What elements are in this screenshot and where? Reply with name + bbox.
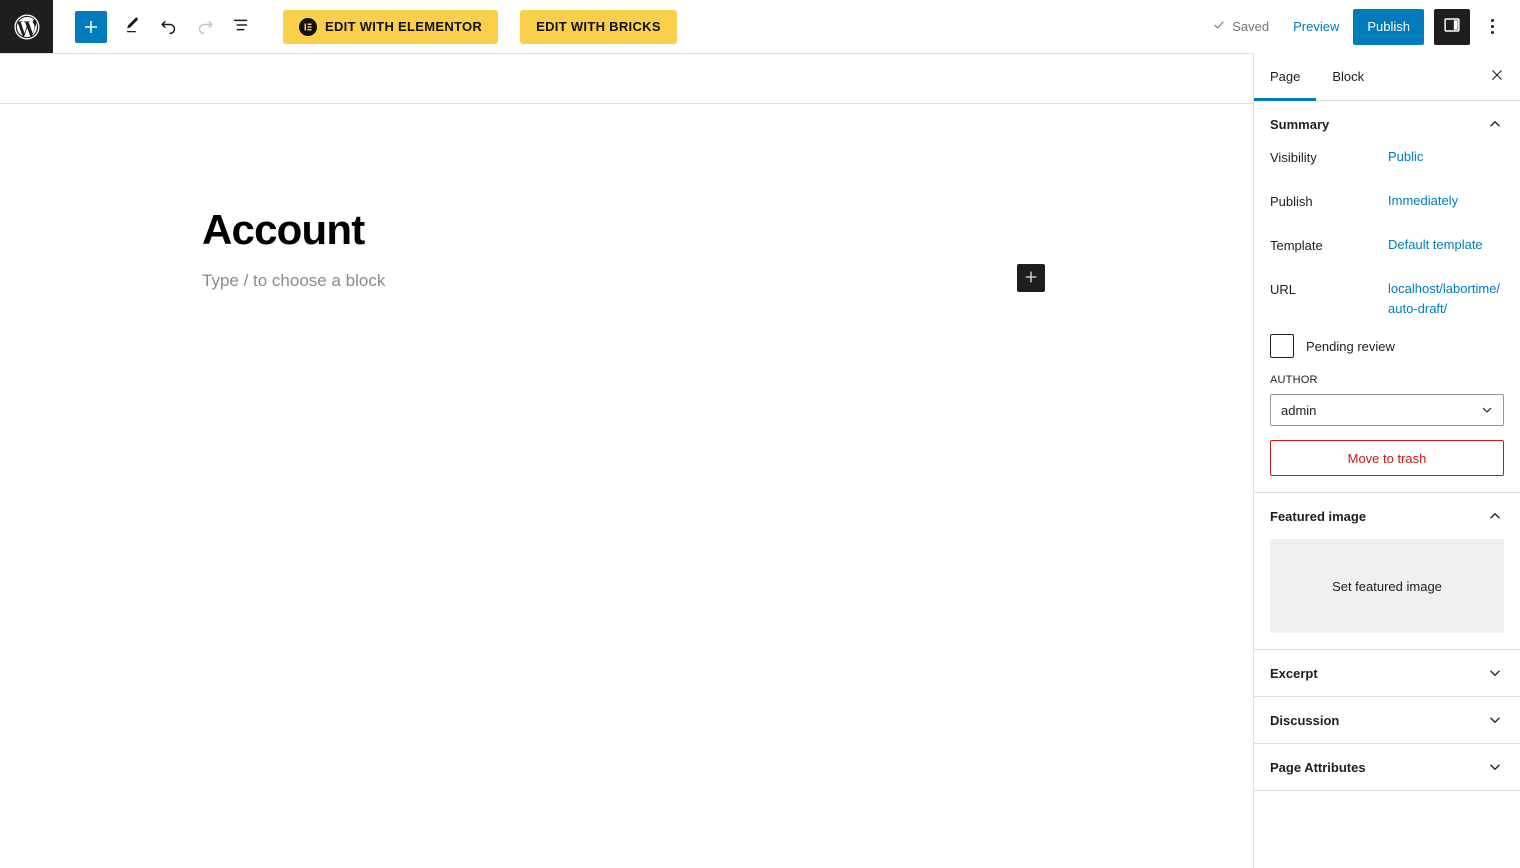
set-featured-image-button[interactable]: Set featured image [1270,539,1504,633]
close-icon [1489,67,1505,86]
summary-row-publish: Publish Immediately [1270,191,1504,219]
tab-block[interactable]: Block [1316,53,1380,100]
panel-page-attributes-title: Page Attributes [1270,759,1366,775]
panel-summary: Summary Visibility Public Publish Immedi… [1254,101,1520,493]
panel-featured-image-title: Featured image [1270,508,1367,524]
visibility-label: Visibility [1270,150,1317,165]
author-label: AUTHOR [1270,374,1318,386]
panel-discussion-header[interactable]: Discussion [1254,697,1520,743]
panel-featured-image-body: Set featured image [1254,539,1520,649]
pencil-icon [122,14,144,39]
redo-icon [194,14,216,39]
edit-with-elementor-label: EDIT WITH ELEMENTOR [325,19,483,34]
page-title[interactable]: Account [202,206,365,253]
sidebar-panel-tail [1254,791,1520,831]
panel-discussion: Discussion [1254,697,1520,744]
template-label: Template [1270,238,1323,253]
plus-icon [1023,269,1039,288]
settings-sidebar-toggle-button[interactable] [1434,8,1470,45]
edit-with-bricks-button[interactable]: EDIT WITH BRICKS [520,9,677,44]
panel-discussion-title: Discussion [1270,712,1340,728]
toolbar-left-group: EDIT WITH ELEMENTOR EDIT WITH BRICKS [53,9,677,45]
check-icon [1212,18,1226,35]
three-dots-icon [1490,18,1494,36]
panel-excerpt: Excerpt [1254,650,1520,697]
panel-excerpt-title: Excerpt [1270,665,1318,681]
undo-button[interactable] [151,9,187,45]
visibility-value[interactable]: Public [1388,147,1423,167]
settings-sidebar: Page Block Summary Visibility Public Pub… [1253,53,1520,868]
url-value[interactable]: localhost/labortime/auto-draft/ [1388,279,1504,318]
pending-review-label[interactable]: Pending review [1306,339,1395,354]
publish-label: Publish [1270,194,1313,209]
sidebar-panel-icon [1441,14,1463,39]
add-block-button[interactable] [75,10,107,43]
summary-row-visibility: Visibility Public [1270,147,1504,175]
redo-button[interactable] [187,9,223,45]
summary-row-url: URL localhost/labortime/auto-draft/ [1270,279,1504,318]
author-select[interactable]: admin [1270,394,1504,426]
pending-review-row: Pending review [1270,334,1504,358]
undo-icon [158,14,180,39]
block-inserter-button[interactable] [1017,264,1045,292]
publish-button[interactable]: Publish [1353,8,1424,45]
url-label: URL [1270,282,1297,297]
chevron-up-icon [1486,115,1504,133]
chevron-down-icon [1486,664,1504,682]
editor-top-toolbar: EDIT WITH ELEMENTOR EDIT WITH BRICKS Sav… [0,0,1520,53]
template-value[interactable]: Default template [1388,235,1483,255]
panel-page-attributes: Page Attributes [1254,744,1520,791]
edit-with-bricks-label: EDIT WITH BRICKS [536,19,661,34]
editor-canvas[interactable]: Account Type / to choose a block [0,105,1253,868]
author-select-wrap: admin [1270,394,1504,426]
empty-block-placeholder[interactable]: Type / to choose a block [202,268,385,294]
panel-featured-image: Featured image Set featured image [1254,493,1520,650]
plus-icon [82,18,100,36]
tools-button[interactable] [115,9,151,45]
list-view-button[interactable] [223,9,259,45]
chevron-down-icon [1486,758,1504,776]
elementor-logo-icon [299,17,317,36]
summary-row-template: Template Default template [1270,235,1504,263]
panel-summary-title: Summary [1270,116,1330,132]
panel-featured-image-header[interactable]: Featured image [1254,493,1520,539]
move-to-trash-button[interactable]: Move to trash [1270,440,1504,476]
panel-excerpt-header[interactable]: Excerpt [1254,650,1520,696]
block-toolbar-strip [0,53,1253,104]
more-options-button[interactable] [1474,9,1510,45]
chevron-up-icon [1486,507,1504,525]
saved-label: Saved [1232,19,1270,34]
panel-summary-header[interactable]: Summary [1254,101,1520,147]
list-view-icon [230,14,252,39]
close-sidebar-button[interactable] [1474,53,1520,100]
saved-status: Saved [1202,18,1279,35]
publish-value[interactable]: Immediately [1388,191,1458,211]
pending-review-checkbox[interactable] [1270,334,1294,358]
wordpress-logo-icon [12,12,42,42]
toolbar-right-group: Saved Preview Publish [1202,8,1520,45]
wordpress-logo-button[interactable] [0,0,53,53]
sidebar-tablist: Page Block [1254,53,1520,101]
tab-page[interactable]: Page [1254,53,1317,101]
panel-page-attributes-header[interactable]: Page Attributes [1254,744,1520,790]
preview-button[interactable]: Preview [1279,19,1353,34]
edit-with-elementor-button[interactable]: EDIT WITH ELEMENTOR [283,9,499,44]
panel-summary-body: Visibility Public Publish Immediately Te… [1254,147,1520,492]
chevron-down-icon [1486,711,1504,729]
